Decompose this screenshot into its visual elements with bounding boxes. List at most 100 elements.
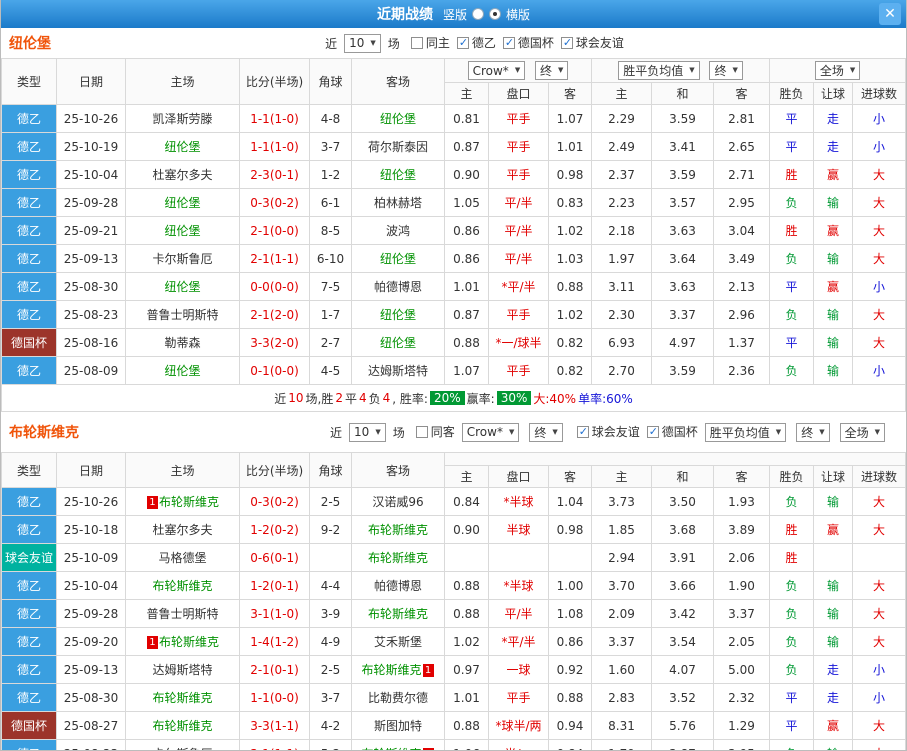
team-link[interactable]: 纽伦堡 (164, 224, 200, 238)
away-team[interactable]: 帕德博恩 (351, 272, 445, 301)
home-team[interactable]: 马格德堡 (125, 543, 240, 572)
team-link[interactable]: 纽伦堡 (380, 112, 416, 126)
away-team[interactable]: 纽伦堡 (351, 328, 445, 357)
home-team[interactable]: 纽伦堡 (125, 356, 240, 385)
team-link[interactable]: 帕德博恩 (374, 280, 422, 294)
away-team[interactable]: 布轮斯维克 (351, 515, 445, 544)
filter-option[interactable]: 同客 (415, 423, 455, 440)
team-link[interactable]: 纽伦堡 (380, 252, 416, 266)
avg-time-select[interactable]: 终 ▼ (796, 422, 830, 442)
home-team[interactable]: 布轮斯维克 (125, 711, 240, 740)
team-link[interactable]: 凯泽斯劳滕 (152, 112, 212, 126)
avg-type-select[interactable]: 胜平负均值 ▼ (704, 422, 787, 442)
home-team[interactable]: 布轮斯维克 (125, 571, 240, 600)
team-link[interactable]: 勒蒂森 (164, 336, 200, 350)
filter-option[interactable]: 同主 (410, 34, 450, 51)
away-team[interactable]: 艾禾斯堡 (351, 627, 445, 656)
team-link[interactable]: 卡尔斯鲁厄 (152, 747, 212, 750)
avg-type-select[interactable]: 胜平负均值 ▼ (618, 61, 700, 80)
filter-option[interactable]: 球会友谊 (576, 423, 640, 440)
team-link[interactable]: 布轮斯维克 (159, 635, 219, 649)
home-team[interactable]: 普鲁士明斯特 (125, 300, 240, 329)
team-link[interactable]: 布轮斯维克 (152, 691, 212, 705)
horizontal-mode-radio[interactable] (489, 8, 501, 20)
home-team[interactable]: 纽伦堡 (125, 132, 240, 161)
scope-select[interactable]: 全场 ▼ (814, 61, 861, 80)
home-team[interactable]: 卡尔斯鲁厄 (125, 739, 240, 750)
odds-source-select[interactable]: Crow* ▼ (461, 422, 520, 442)
team-link[interactable]: 杜塞尔多夫 (152, 168, 212, 182)
checkbox-icon[interactable] (560, 36, 573, 49)
home-team[interactable]: 卡尔斯鲁厄 (125, 244, 240, 273)
away-team[interactable]: 柏林赫塔 (351, 188, 445, 217)
close-icon[interactable]: ✕ (879, 3, 901, 25)
checkbox-icon[interactable] (415, 425, 428, 438)
match-count-select[interactable]: 10 ▼ (349, 422, 386, 442)
away-team[interactable]: 布轮斯维克 (351, 599, 445, 628)
team-link[interactable]: 汉诺威96 (372, 495, 423, 509)
away-team[interactable]: 布轮斯维克1 (351, 739, 445, 750)
vertical-mode-label[interactable]: 竖版 (443, 6, 467, 23)
team-link[interactable]: 卡尔斯鲁厄 (152, 252, 212, 266)
team-link[interactable]: 布轮斯维克 (361, 747, 421, 750)
away-team[interactable]: 汉诺威96 (351, 487, 445, 516)
away-team[interactable]: 斯图加特 (351, 711, 445, 740)
home-team[interactable]: 杜塞尔多夫 (125, 160, 240, 189)
team-link[interactable]: 波鸿 (386, 224, 410, 238)
home-team[interactable]: 勒蒂森 (125, 328, 240, 357)
away-team[interactable]: 布轮斯维克 (351, 543, 445, 572)
filter-option[interactable]: 德乙 (456, 34, 496, 51)
away-team[interactable]: 布轮斯维克1 (351, 655, 445, 684)
horizontal-mode-label[interactable]: 横版 (506, 6, 530, 23)
away-team[interactable]: 纽伦堡 (351, 160, 445, 189)
team-link[interactable]: 荷尔斯泰因 (368, 140, 428, 154)
team-link[interactable]: 普鲁士明斯特 (146, 308, 218, 322)
team-link[interactable]: 柏林赫塔 (374, 196, 422, 210)
away-team[interactable]: 帕德博恩 (351, 571, 445, 600)
away-team[interactable]: 波鸿 (351, 216, 445, 245)
checkbox-icon[interactable] (456, 36, 469, 49)
away-team[interactable]: 达姆斯塔特 (351, 356, 445, 385)
team-link[interactable]: 纽伦堡 (380, 168, 416, 182)
team-link[interactable]: 比勒费尔德 (368, 691, 428, 705)
filter-option[interactable]: 德国杯 (502, 34, 554, 51)
odds-source-select[interactable]: Crow* ▼ (467, 61, 526, 81)
filter-option[interactable]: 德国杯 (646, 423, 698, 440)
team-link[interactable]: 马格德堡 (158, 551, 206, 565)
home-team[interactable]: 杜塞尔多夫 (125, 515, 240, 544)
team-link[interactable]: 纽伦堡 (164, 280, 200, 294)
team-link[interactable]: 纽伦堡 (164, 196, 200, 210)
home-team[interactable]: 纽伦堡 (125, 272, 240, 301)
team-link[interactable]: 布轮斯维克 (368, 523, 428, 537)
odds-time-select[interactable]: 终 ▼ (529, 422, 563, 442)
filter-option[interactable]: 球会友谊 (560, 34, 624, 51)
home-team[interactable]: 布轮斯维克 (125, 683, 240, 712)
team-link[interactable]: 布轮斯维克 (152, 579, 212, 593)
avg-time-select[interactable]: 终 ▼ (709, 61, 743, 80)
home-team[interactable]: 凯泽斯劳滕 (125, 104, 240, 133)
home-team[interactable]: 1 布轮斯维克 (125, 487, 240, 516)
match-count-select[interactable]: 10 ▼ (344, 33, 381, 53)
team-link[interactable]: 普鲁士明斯特 (146, 607, 218, 621)
team-link[interactable]: 斯图加特 (374, 719, 422, 733)
away-team[interactable]: 纽伦堡 (351, 300, 445, 329)
away-team[interactable]: 比勒费尔德 (351, 683, 445, 712)
team-link[interactable]: 布轮斯维克 (368, 551, 428, 565)
home-team[interactable]: 纽伦堡 (125, 216, 240, 245)
vertical-mode-radio[interactable] (472, 8, 484, 20)
team-link[interactable]: 纽伦堡 (164, 364, 200, 378)
away-team[interactable]: 纽伦堡 (351, 104, 445, 133)
checkbox-icon[interactable] (576, 425, 589, 438)
team-link[interactable]: 纽伦堡 (380, 336, 416, 350)
away-team[interactable]: 荷尔斯泰因 (351, 132, 445, 161)
team-link[interactable]: 达姆斯塔特 (152, 663, 212, 677)
team-link[interactable]: 艾禾斯堡 (374, 635, 422, 649)
scope-select[interactable]: 全场 ▼ (839, 422, 885, 442)
checkbox-icon[interactable] (502, 36, 515, 49)
team-link[interactable]: 帕德博恩 (374, 579, 422, 593)
team-link[interactable]: 纽伦堡 (164, 140, 200, 154)
checkbox-icon[interactable] (646, 425, 659, 438)
home-team[interactable]: 纽伦堡 (125, 188, 240, 217)
odds-time-select[interactable]: 终 ▼ (535, 60, 569, 80)
away-team[interactable]: 纽伦堡 (351, 244, 445, 273)
